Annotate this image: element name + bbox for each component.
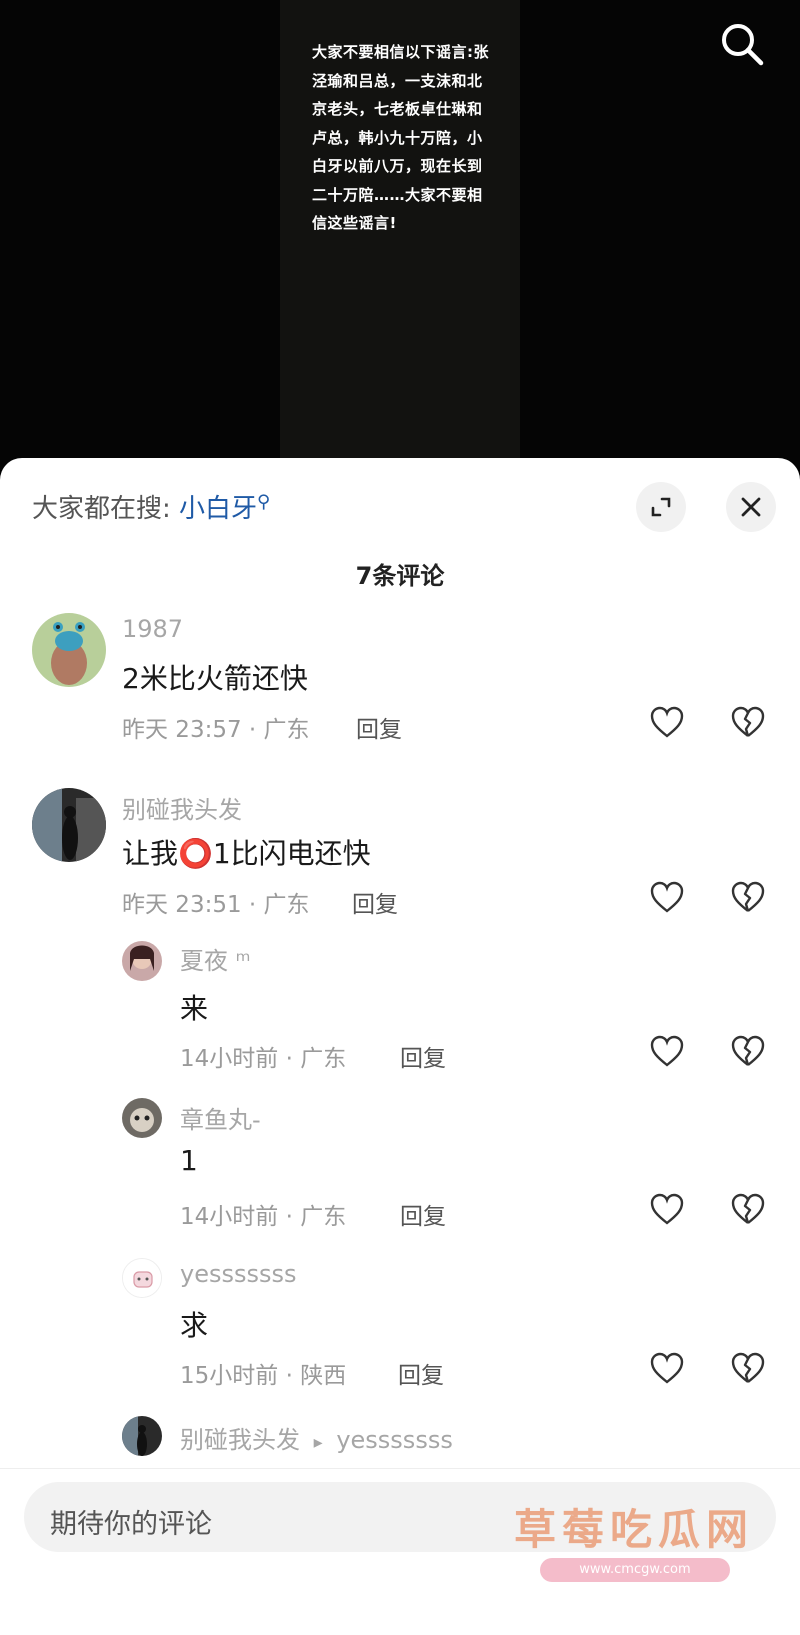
comment-count: 7条评论 xyxy=(355,562,445,590)
small-search-icon: ⚲ xyxy=(257,491,271,513)
broken-heart-icon[interactable] xyxy=(730,705,766,739)
comment-username[interactable]: 1987 xyxy=(122,615,183,643)
comment-meta: 昨天 23:51 · 广东 xyxy=(122,892,310,918)
reply-button[interactable]: 回复 xyxy=(400,1039,446,1073)
comment-sheet: 大家都在搜: 小白牙⚲ 7条评论 1987 2米比火箭还快 昨天 23:57 ·… xyxy=(0,458,800,1635)
watermark-text: 草莓吃瓜网 xyxy=(514,1505,755,1554)
heart-icon[interactable] xyxy=(649,880,685,914)
comment-text: 2米比火箭还快 xyxy=(122,662,308,695)
search-icon xyxy=(722,24,764,66)
reply-button[interactable]: 回复 xyxy=(400,1197,446,1231)
expand-button[interactable] xyxy=(636,482,686,532)
watermark-url: www.cmcgw.com xyxy=(540,1558,730,1582)
avatar[interactable] xyxy=(122,1416,162,1456)
comment-input-placeholder: 期待你的评论 xyxy=(50,1509,212,1540)
hot-search-keyword[interactable]: 小白牙 xyxy=(179,494,257,524)
heart-icon[interactable] xyxy=(649,1034,685,1068)
comment-username[interactable]: 别碰我头发 xyxy=(122,790,242,825)
reply-button[interactable]: 回复 xyxy=(352,885,398,919)
hot-search-prefix: 大家都在搜: xyxy=(32,494,180,524)
avatar[interactable] xyxy=(122,1098,162,1138)
heart-icon[interactable] xyxy=(649,1351,685,1385)
reply-to-username: yesssssss xyxy=(336,1426,453,1454)
video-caption: 大家不要相信以下谣言:张泾瑜和吕总，一支沫和北京老头，七老板卓仕琳和卢总，韩小九… xyxy=(312,43,489,232)
divider xyxy=(0,1468,800,1469)
broken-heart-icon[interactable] xyxy=(730,1192,766,1226)
hot-search-bar[interactable]: 大家都在搜: 小白牙⚲ xyxy=(32,488,270,525)
username-text: 别碰我头发 xyxy=(180,1426,300,1454)
close-icon xyxy=(741,497,761,517)
heart-icon[interactable] xyxy=(649,705,685,739)
broken-heart-icon[interactable] xyxy=(730,880,766,914)
search-button[interactable] xyxy=(718,20,766,68)
username-suffix: ᵐ xyxy=(235,947,251,975)
username-text: 夏夜 xyxy=(180,947,228,975)
reply-arrow-icon: ▸ xyxy=(313,1432,323,1453)
close-button[interactable] xyxy=(726,482,776,532)
avatar[interactable] xyxy=(32,613,106,687)
reply-button[interactable]: 回复 xyxy=(356,710,402,744)
comment-username[interactable]: 夏夜 ᵐ xyxy=(180,941,251,976)
comment-meta: 15小时前 · 陕西 xyxy=(180,1363,347,1389)
heart-icon[interactable] xyxy=(649,1192,685,1226)
expand-icon xyxy=(651,497,671,517)
comment-username[interactable]: yesssssss xyxy=(180,1260,297,1288)
comment-meta: 昨天 23:57 · 广东 xyxy=(122,717,310,743)
comment-text: 让我⭕1比闪电还快 xyxy=(122,837,371,870)
comment-meta: 14小时前 · 广东 xyxy=(180,1204,347,1230)
broken-heart-icon[interactable] xyxy=(730,1351,766,1385)
avatar[interactable] xyxy=(32,788,106,862)
comment-username[interactable]: 章鱼丸- xyxy=(180,1100,261,1135)
avatar[interactable] xyxy=(122,1258,162,1298)
broken-heart-icon[interactable] xyxy=(730,1034,766,1068)
comment-text: 来 xyxy=(180,992,209,1025)
comment-text: 1 xyxy=(180,1144,198,1177)
comment-text: 求 xyxy=(180,1309,209,1342)
comment-meta: 14小时前 · 广东 xyxy=(180,1046,347,1072)
avatar[interactable] xyxy=(122,941,162,981)
reply-button[interactable]: 回复 xyxy=(398,1356,444,1390)
video-player[interactable]: 大家不要相信以下谣言:张泾瑜和吕总，一支沫和北京老头，七老板卓仕琳和卢总，韩小九… xyxy=(0,0,800,470)
comment-username[interactable]: 别碰我头发 ▸ yesssssss xyxy=(180,1420,453,1455)
